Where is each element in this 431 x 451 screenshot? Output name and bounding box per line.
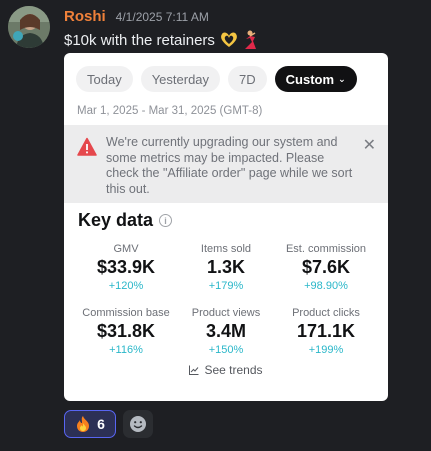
add-reaction-button[interactable]: [123, 410, 153, 438]
metric-value: $7.6K: [301, 257, 351, 277]
timestamp: 4/1/2025 7:11 AM: [115, 10, 209, 24]
metric-label: Est. commission: [285, 243, 367, 255]
metric-product-views: Product views 3.4M +150%: [176, 307, 276, 359]
banner-text: We're currently upgrading our system and…: [106, 135, 353, 196]
metric-label: Product views: [191, 307, 261, 319]
user-avatar[interactable]: [8, 6, 50, 48]
metric-commission-base: Commission base $31.8K +116%: [76, 307, 176, 359]
tab-today[interactable]: Today: [76, 66, 133, 92]
metric-value: 1.3K: [206, 257, 246, 277]
heart-hands-emoji-icon: [221, 32, 237, 47]
reaction-fire[interactable]: 6: [64, 410, 116, 438]
message-header: Roshi 4/1/2025 7:11 AM: [64, 8, 209, 25]
key-data-heading: Key data i: [78, 210, 173, 231]
metric-gmv: GMV $33.9K +120%: [76, 243, 176, 295]
metric-label: Product clicks: [292, 307, 360, 319]
tab-7d[interactable]: 7D: [228, 66, 267, 92]
metric-delta: +98.90%: [304, 280, 348, 292]
metric-label: Items sold: [200, 243, 252, 255]
metric-product-clicks: Product clicks 171.1K +199%: [276, 307, 376, 359]
metric-value: 171.1K: [296, 321, 356, 341]
metric-label: Commission base: [82, 307, 170, 319]
close-icon[interactable]: ✕: [363, 135, 376, 155]
metric-label: GMV: [113, 243, 139, 255]
metric-delta: +150%: [208, 344, 244, 356]
metric-delta: +120%: [108, 280, 144, 292]
message-emojis: [219, 30, 259, 50]
metrics-embed: Today Yesterday 7D Custom ⌄ Mar 1, 2025 …: [64, 53, 388, 401]
smiley-add-icon: [130, 416, 146, 432]
system-upgrade-banner: We're currently upgrading our system and…: [64, 125, 388, 203]
date-tabs: Today Yesterday 7D Custom ⌄: [76, 66, 357, 92]
fire-emoji-icon: [77, 416, 90, 432]
metrics-grid: GMV $33.9K +120% Items sold 1.3K +179% E…: [76, 243, 376, 359]
warning-icon: [77, 137, 97, 156]
dancer-emoji-icon: [244, 30, 256, 49]
chat-message: Roshi 4/1/2025 7:11 AM $10k with the ret…: [0, 0, 431, 451]
see-trends-link[interactable]: See trends: [64, 363, 388, 377]
metric-value: 3.4M: [205, 321, 247, 341]
metric-delta: +116%: [109, 344, 143, 356]
date-range: Mar 1, 2025 - Mar 31, 2025 (GMT-8): [77, 105, 263, 117]
tab-yesterday[interactable]: Yesterday: [140, 66, 221, 92]
metric-est-commission: Est. commission $7.6K +98.90%: [276, 243, 376, 295]
message-content: $10k with the retainers: [64, 30, 259, 50]
username[interactable]: Roshi: [64, 8, 106, 25]
chevron-down-icon: ⌄: [338, 73, 346, 84]
tab-custom[interactable]: Custom ⌄: [274, 66, 357, 92]
info-icon[interactable]: i: [159, 214, 173, 227]
metric-delta: +199%: [308, 344, 344, 356]
metric-items-sold: Items sold 1.3K +179%: [176, 243, 276, 295]
trend-chart-icon: [189, 365, 199, 375]
key-data-title: Key data: [78, 210, 154, 230]
see-trends-label: See trends: [204, 363, 263, 377]
message-text: $10k with the retainers: [64, 31, 215, 49]
metric-value: $31.8K: [96, 321, 156, 341]
metric-value: $33.9K: [96, 257, 156, 277]
metric-delta: +179%: [208, 280, 244, 292]
reaction-count: 6: [97, 416, 105, 432]
